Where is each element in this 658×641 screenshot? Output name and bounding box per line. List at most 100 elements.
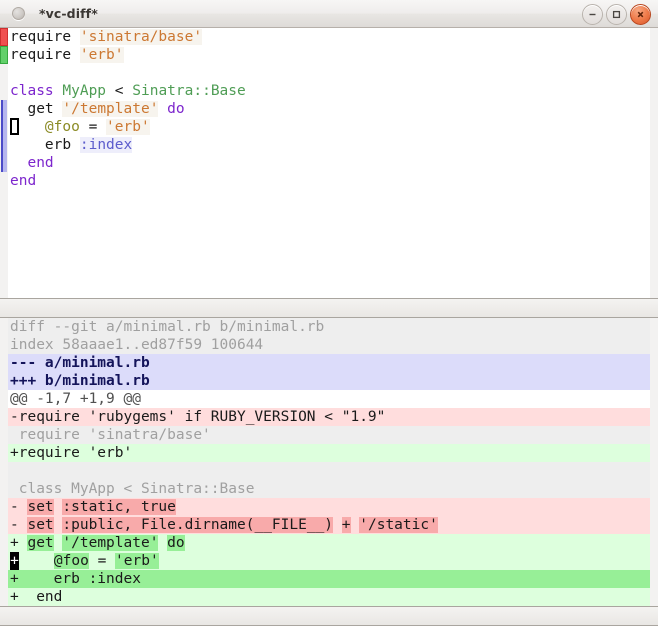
- fringe-change-marker: [0, 46, 8, 64]
- diff-line: + erb :index: [8, 570, 650, 588]
- code-line: end: [8, 154, 650, 172]
- diff-line: - set :static, true: [8, 498, 650, 516]
- text-area-minimal-rb[interactable]: require 'sinatra/base' require 'erb' class…: [8, 28, 650, 298]
- diff-refine-token: +: [341, 517, 351, 533]
- diff-refine-token: '/static': [359, 517, 438, 533]
- diff-line: [8, 462, 650, 480]
- diff-line: --- a/minimal.rb: [8, 354, 650, 372]
- diff-refine-token: @foo: [53, 553, 89, 569]
- right-fringe-diff: [650, 318, 658, 606]
- diff-line: - set :public, File.dirname(__FILE__) + …: [8, 516, 650, 534]
- cursor: +: [10, 552, 19, 570]
- diff-refine-token: :static, true: [62, 499, 176, 515]
- diff-line: index 58aaae1..ed87f59 100644: [8, 336, 650, 354]
- diff-refine-token: '/template': [62, 535, 159, 551]
- diff-token: +++ b/minimal.rb: [10, 373, 150, 389]
- code-line: class MyApp < Sinatra::Base: [8, 82, 650, 100]
- left-fringe-diff: [0, 318, 8, 606]
- diff-token: [19, 553, 54, 569]
- right-fringe-top: [650, 28, 658, 298]
- diff-line: +++ b/minimal.rb: [8, 372, 650, 390]
- code-token: require: [10, 29, 72, 45]
- diff-token: --- a/minimal.rb: [10, 355, 150, 371]
- diff-token: index 58aaae1..ed87f59 100644: [10, 337, 264, 353]
- diff-token: [158, 535, 167, 551]
- diff-token: @@ -1,7 +1,9 @@: [10, 391, 141, 407]
- diff-refine-token: set: [27, 517, 54, 533]
- diff-refine-token: get: [27, 535, 54, 551]
- diff-line: diff --git a/minimal.rb b/minimal.rb: [8, 318, 650, 336]
- code-token: @foo: [44, 119, 80, 135]
- diff-token: -require 'rubygems' if RUBY_VERSION < "1…: [10, 409, 386, 425]
- diff-token: + erb :index: [10, 571, 141, 587]
- diff-token: class MyApp < Sinatra::Base: [10, 481, 255, 497]
- code-line: end: [8, 172, 650, 190]
- modeline-minimal-rb[interactable]: -:--- minimal.rb All (6,0) Git:master (R…: [0, 298, 658, 318]
- modeline-vc-diff[interactable]: U:%*- *vc-diff* Top (14,0) (Diff Undo-Tr…: [0, 606, 658, 626]
- diff-refine-token: 'erb': [115, 553, 159, 569]
- diff-refine-token: File.dirname(__FILE__): [140, 517, 334, 533]
- code-token: <: [106, 83, 133, 99]
- code-token: get: [27, 101, 54, 117]
- diff-line: require 'sinatra/base': [8, 426, 650, 444]
- fringe-change-marker: [0, 28, 8, 46]
- diff-token: [10, 463, 19, 479]
- code-token: :index: [79, 137, 133, 153]
- diff-token: =: [88, 553, 116, 569]
- window-controls: [582, 4, 651, 25]
- code-token: end: [27, 155, 54, 171]
- code-token: erb: [44, 137, 72, 153]
- code-line: get '/template' do: [8, 100, 650, 118]
- diff-line: class MyApp < Sinatra::Base: [8, 480, 650, 498]
- diff-line: +require 'erb': [8, 444, 650, 462]
- diff-line: + get '/template' do: [8, 534, 650, 552]
- close-button[interactable]: [630, 4, 651, 25]
- title-bar: *vc-diff*: [0, 0, 658, 28]
- diff-refine-token: do: [167, 535, 185, 551]
- maximize-button[interactable]: [606, 4, 627, 25]
- code-token: do: [167, 101, 185, 117]
- emacs-window: *vc-diff* require 'sinatra/base'require: [0, 0, 658, 641]
- text-area-vc-diff[interactable]: diff --git a/minimal.rb b/minimal.rb inde…: [8, 318, 650, 606]
- code-line: require 'erb': [8, 46, 650, 64]
- left-fringe-top: [0, 28, 8, 298]
- diff-token: -: [10, 517, 28, 533]
- buffer-minimal-rb[interactable]: require 'sinatra/base' require 'erb' class…: [0, 28, 658, 298]
- diff-line: @@ -1,7 +1,9 @@: [8, 390, 650, 408]
- code-line: require 'sinatra/base': [8, 28, 650, 46]
- code-token: 'erb': [79, 47, 124, 63]
- diff-line: + end: [8, 588, 650, 606]
- diff-token: +require 'erb': [10, 445, 133, 461]
- code-line: erb :index: [8, 136, 650, 154]
- window-vc-diff: diff --git a/minimal.rb b/minimal.rb inde…: [0, 318, 658, 626]
- code-token: Sinatra::Base: [132, 83, 246, 99]
- code-token: =: [79, 119, 107, 135]
- code-token: require: [10, 47, 72, 63]
- diff-token: [333, 517, 342, 533]
- diff-token: +: [10, 535, 28, 551]
- buffer-vc-diff[interactable]: diff --git a/minimal.rb b/minimal.rb inde…: [0, 318, 658, 606]
- diff-token: -: [10, 499, 28, 515]
- diff-line: + @foo = 'erb': [8, 552, 650, 570]
- diff-token: diff --git a/minimal.rb b/minimal.rb: [10, 319, 325, 335]
- window-menu-icon[interactable]: [12, 7, 25, 20]
- code-token: class: [10, 83, 54, 99]
- title-bar-left: *vc-diff*: [0, 6, 98, 21]
- inactive-cursor: [10, 118, 19, 135]
- code-token: 'erb': [106, 119, 150, 135]
- diff-token: + end: [10, 589, 63, 605]
- fringe-region-marker: [1, 100, 7, 172]
- code-line: @foo = 'erb': [8, 118, 650, 136]
- code-token: MyApp: [62, 83, 107, 99]
- emacs-frame: require 'sinatra/base' require 'erb' class…: [0, 28, 658, 641]
- diff-line: -require 'rubygems' if RUBY_VERSION < "1…: [8, 408, 650, 426]
- minimize-button[interactable]: [582, 4, 603, 25]
